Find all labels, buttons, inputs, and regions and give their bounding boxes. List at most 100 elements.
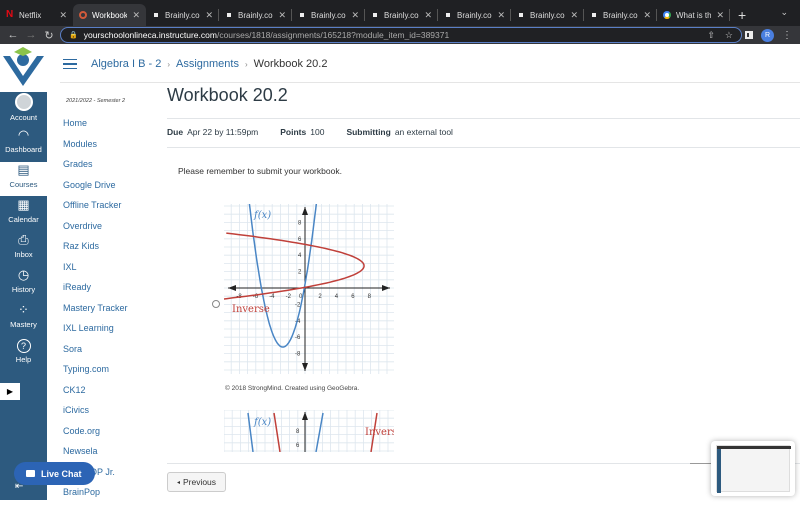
profile-avatar[interactable]: R xyxy=(761,28,774,42)
reload-icon[interactable]: ↻ xyxy=(40,29,58,42)
tab-title: Netflix xyxy=(19,10,42,20)
course-nav-item[interactable]: Google Drive xyxy=(63,180,128,201)
thumbnail-preview xyxy=(716,445,791,493)
share-icon[interactable]: ⇧ xyxy=(707,30,715,41)
school-logo[interactable] xyxy=(0,44,47,92)
browser-tab[interactable]: Brainly.com ✕ xyxy=(219,4,292,26)
previous-button[interactable]: ◂ Previous xyxy=(167,472,226,492)
browser-menu-icon[interactable]: ⋮ xyxy=(782,30,792,41)
brainly-icon xyxy=(227,13,231,17)
previous-label: Previous xyxy=(182,477,217,487)
term-label: 2021/2022 - Semester 2 xyxy=(66,98,126,104)
live-chat-label: Live Chat xyxy=(41,468,82,479)
hamburger-menu-icon[interactable] xyxy=(63,59,77,69)
url-input[interactable]: 🔒 yourschoolonlineca.instructure.com/cou… xyxy=(60,27,742,43)
course-nav-item[interactable]: IXL Learning xyxy=(63,323,128,344)
global-nav-inbox[interactable]: ⎙ Inbox xyxy=(0,232,47,266)
side-panel-icon[interactable] xyxy=(745,31,753,39)
global-nav-label: Mastery xyxy=(10,320,37,329)
close-tab-icon[interactable]: ✕ xyxy=(716,10,724,21)
graph-credit: © 2018 StrongMind. Created using GeoGebr… xyxy=(225,385,360,392)
course-nav-item[interactable]: Offline Tracker xyxy=(63,200,128,221)
tab-title: Brainly.com xyxy=(384,10,419,20)
browser-tab[interactable]: Brainly.com ✕ xyxy=(292,4,365,26)
close-tab-icon[interactable]: ✕ xyxy=(132,10,140,21)
course-nav-item[interactable]: Modules xyxy=(63,139,128,160)
new-tab-button[interactable]: + xyxy=(730,4,754,26)
y-tick-label: 6 xyxy=(296,443,300,449)
graph-answer-2: f(x) Invers 8 6 xyxy=(224,410,394,452)
course-nav-item[interactable]: iReady xyxy=(63,282,128,303)
breadcrumb-separator-icon: › xyxy=(244,59,248,69)
course-nav-item[interactable]: BrainPop xyxy=(63,487,128,508)
course-nav-item[interactable]: Code.org xyxy=(63,426,128,447)
y-tick-label: -8 xyxy=(295,352,301,358)
global-nav-dashboard[interactable]: ◠ Dashboard xyxy=(0,127,47,161)
close-tab-icon[interactable]: ✕ xyxy=(497,10,505,21)
close-tab-icon[interactable]: ✕ xyxy=(643,10,651,21)
browser-tab[interactable]: What is the ✕ xyxy=(657,4,730,26)
close-tab-icon[interactable]: ✕ xyxy=(424,10,432,21)
x-tick-label: -2 xyxy=(286,294,292,300)
browser-tab[interactable]: Brainly.com ✕ xyxy=(584,4,657,26)
breadcrumb-course[interactable]: Algebra I B - 2 xyxy=(91,58,161,70)
inbox-icon: ⎙ xyxy=(18,232,29,247)
course-nav-item[interactable]: Sora xyxy=(63,344,128,365)
forward-icon[interactable]: → xyxy=(22,29,40,41)
course-nav-item[interactable]: Grades xyxy=(63,159,128,180)
bookmark-star-icon[interactable]: ☆ xyxy=(725,30,733,41)
x-axis-arrow-right xyxy=(382,285,390,291)
inverse-curve xyxy=(224,232,365,300)
url-path: /courses/1818/assignments/165218?module_… xyxy=(216,30,450,40)
tab-title: Brainly.com xyxy=(530,10,565,20)
global-nav-help[interactable]: ? Help xyxy=(0,337,47,371)
course-nav-item[interactable]: Home xyxy=(63,118,128,139)
course-nav-item[interactable]: Raz Kids xyxy=(63,241,128,262)
play-toggle-button[interactable]: ▶ xyxy=(0,383,20,400)
close-tab-icon[interactable]: ✕ xyxy=(570,10,578,21)
y-axis-arrow-up xyxy=(302,207,308,215)
history-icon: ◷ xyxy=(17,267,30,282)
global-nav-mastery[interactable]: ⁘ Mastery xyxy=(0,302,47,336)
breadcrumb-assignments[interactable]: Assignments xyxy=(176,58,239,70)
help-icon: ? xyxy=(16,339,31,353)
close-tab-icon[interactable]: ✕ xyxy=(59,10,67,21)
global-nav-label: Account xyxy=(9,113,38,122)
y-tick-label: 2 xyxy=(298,270,302,276)
course-nav-item[interactable]: Typing.com xyxy=(63,364,128,385)
answer-option-radio[interactable] xyxy=(212,300,220,308)
close-tab-icon[interactable]: ✕ xyxy=(351,10,359,21)
browser-tab[interactable]: Brainly.com ✕ xyxy=(365,4,438,26)
global-nav-calendar[interactable]: ▦ Calendar xyxy=(0,197,47,231)
chevron-left-icon: ◂ xyxy=(176,479,180,486)
live-chat-button[interactable]: Live Chat xyxy=(14,462,95,485)
logo-icon xyxy=(3,47,44,86)
global-nav-account[interactable]: Account xyxy=(0,92,47,126)
course-nav-item[interactable]: IXL xyxy=(63,262,128,283)
browser-tab[interactable]: Brainly.com ✕ xyxy=(511,4,584,26)
breadcrumb: Algebra I B - 2 › Assignments › Workbook… xyxy=(63,54,327,74)
calendar-icon: ▦ xyxy=(17,197,30,212)
tab-search-icon[interactable]: ⌄ xyxy=(780,7,788,18)
course-nav-item[interactable]: CK12 xyxy=(63,385,128,406)
x-tick-label: -4 xyxy=(269,294,275,300)
browser-tab[interactable]: Brainly.com ✕ xyxy=(438,4,511,26)
screenshot-thumbnail[interactable] xyxy=(711,441,795,496)
course-nav-item[interactable]: iCivics xyxy=(63,405,128,426)
course-nav-item[interactable]: Overdrive xyxy=(63,221,128,242)
browser-tab[interactable]: Workbook 20.2 ✕ xyxy=(73,4,146,26)
y-tick-label: 8 xyxy=(296,429,300,435)
points-label: Points xyxy=(280,127,307,137)
browser-tab[interactable]: N Netflix ✕ xyxy=(0,4,73,26)
submitting-label: Submitting xyxy=(346,127,391,137)
courses-icon: ▤ xyxy=(17,162,30,177)
global-nav-label: Dashboard xyxy=(5,145,42,154)
close-tab-icon[interactable]: ✕ xyxy=(278,10,286,21)
global-nav-courses[interactable]: ▤ Courses xyxy=(0,162,47,196)
browser-tab[interactable]: Brainly.com ✕ xyxy=(146,4,219,26)
close-tab-icon[interactable]: ✕ xyxy=(205,10,213,21)
course-nav-item[interactable]: Mastery Tracker xyxy=(63,303,128,324)
back-icon[interactable]: ← xyxy=(4,29,22,41)
global-nav-history[interactable]: ◷ History xyxy=(0,267,47,301)
brainly-icon xyxy=(592,13,596,17)
